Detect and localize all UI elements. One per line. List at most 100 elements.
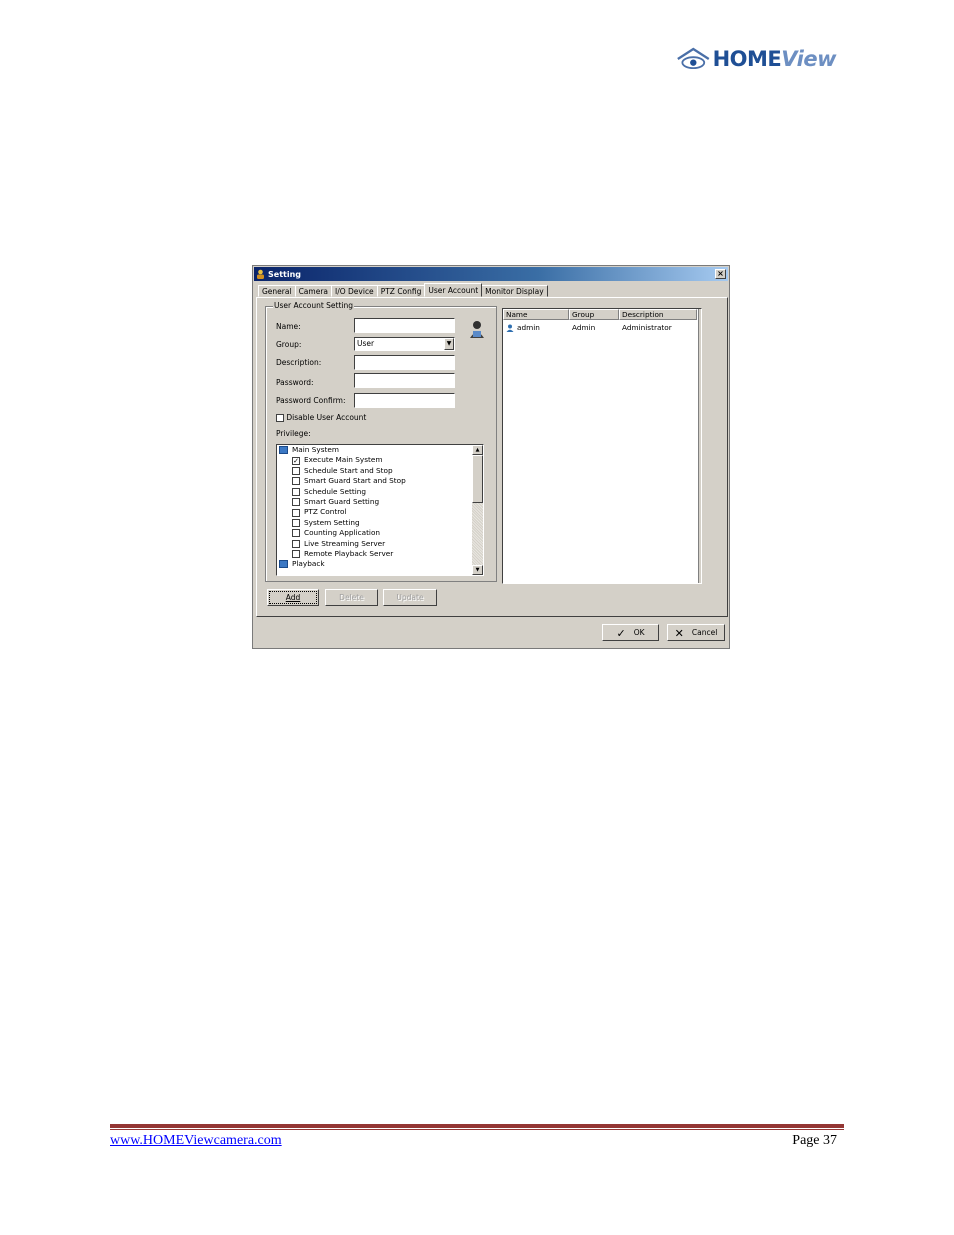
user-row-group: Admin	[572, 323, 596, 332]
tab-io-device[interactable]: I/O Device	[331, 285, 378, 297]
privilege-item[interactable]: PTZ Control	[279, 507, 483, 517]
privilege-tree[interactable]: Main System ✓ Execute Main System Schedule …	[276, 444, 484, 576]
page-number: Page 37	[792, 1133, 837, 1148]
privilege-label: System Setting	[304, 517, 360, 527]
user-row-description: Administrator	[622, 323, 672, 332]
folder-icon	[279, 560, 288, 569]
user-row-name-cell: admin	[503, 323, 569, 332]
description-label: Description:	[276, 358, 322, 367]
disable-user-account-checkbox[interactable]	[276, 414, 284, 422]
privilege-checkbox[interactable]	[292, 539, 300, 548]
privilege-item[interactable]: Live Streaming Server	[279, 539, 483, 549]
password-confirm-field[interactable]	[354, 393, 455, 408]
tab-ptz-config[interactable]: PTZ Config	[376, 285, 426, 297]
title-bar[interactable]: Setting ×	[254, 267, 728, 281]
user-account-setting-legend: User Account Setting	[273, 301, 354, 310]
group-select-value: User	[357, 339, 375, 348]
privilege-item[interactable]: Schedule Setting	[279, 487, 483, 497]
column-name[interactable]: Name	[503, 309, 569, 320]
privilege-label: Counting Application	[304, 528, 381, 538]
privilege-scrollbar[interactable]: ▲ ▼	[472, 445, 483, 575]
ok-button-label: OK	[633, 628, 645, 637]
column-description[interactable]: Description	[619, 309, 697, 320]
privilege-checkbox[interactable]	[292, 529, 300, 538]
privilege-item[interactable]: System Setting	[279, 518, 483, 528]
user-profile-icon	[468, 319, 486, 339]
cancel-button-label: Cancel	[691, 628, 718, 637]
privilege-label: Live Streaming Server	[304, 538, 386, 548]
scroll-thumb[interactable]	[472, 455, 483, 503]
user-icon	[257, 269, 264, 279]
disable-user-account[interactable]: Disable User Account	[276, 413, 366, 422]
privilege-checkbox[interactable]	[292, 498, 300, 507]
admin-user-icon	[506, 324, 514, 332]
tab-user-account[interactable]: User Account	[424, 283, 483, 297]
logo-text: HOMEView	[712, 47, 837, 71]
privilege-label: Schedule Start and Stop	[304, 465, 393, 475]
folder-icon	[279, 446, 288, 455]
privilege-item[interactable]: Smart Guard Start and Stop	[279, 476, 483, 486]
house-eye-icon	[677, 47, 710, 70]
privilege-group[interactable]: Playback	[279, 559, 483, 569]
close-button[interactable]: ×	[715, 269, 726, 279]
privilege-item[interactable]: Counting Application	[279, 528, 483, 538]
column-group[interactable]: Group	[569, 309, 619, 320]
disable-user-account-label: Disable User Account	[286, 413, 367, 422]
privilege-label: Smart Guard Start and Stop	[304, 476, 406, 486]
footer-rule-thin	[110, 1129, 844, 1130]
user-account-panel: User Account Setting Name: Group: User ▼…	[256, 297, 728, 617]
privilege-rows: Main System ✓ Execute Main System Schedule …	[277, 445, 483, 570]
privilege-label: Smart Guard Setting	[304, 496, 380, 506]
privilege-group[interactable]: Main System	[279, 445, 483, 455]
description-field[interactable]	[354, 355, 455, 370]
checkmark-icon: ✓	[616, 626, 626, 640]
password-field[interactable]	[354, 373, 455, 388]
tab-camera[interactable]: Camera	[294, 285, 332, 297]
ok-button[interactable]: ✓ OK	[602, 624, 659, 641]
user-list-view[interactable]: Name Group Description admin Admin Admin…	[502, 308, 702, 584]
add-button-label: Add	[285, 593, 301, 602]
privilege-label: Playback	[292, 559, 325, 569]
privilege-checkbox[interactable]	[292, 508, 300, 517]
chevron-down-icon[interactable]: ▼	[444, 338, 454, 350]
name-field[interactable]	[354, 318, 455, 333]
tab-general[interactable]: General	[258, 285, 296, 297]
user-row[interactable]: admin Admin Administrator	[503, 323, 697, 332]
group-label: Group:	[276, 340, 302, 349]
tab-monitor-display[interactable]: Monitor Display	[481, 285, 548, 297]
privilege-item[interactable]: Smart Guard Setting	[279, 497, 483, 507]
user-list-edge	[698, 309, 701, 583]
scroll-down-icon[interactable]: ▼	[472, 565, 483, 575]
privilege-checkbox[interactable]	[292, 487, 300, 496]
privilege-label: Schedule Setting	[304, 486, 366, 496]
add-button[interactable]: Add	[267, 589, 319, 606]
password-label: Password:	[276, 378, 314, 387]
privilege-item[interactable]: ✓ Execute Main System	[279, 455, 483, 465]
privilege-label: Main System	[292, 445, 339, 454]
user-list-header: Name Group Description	[503, 309, 697, 320]
group-select[interactable]: User ▼	[354, 337, 455, 351]
tab-strip: General Camera I/O Device PTZ Config Use…	[258, 283, 548, 297]
privilege-label: Privilege:	[276, 429, 311, 438]
website-link[interactable]: www.HOMEViewcamera.com	[110, 1133, 282, 1149]
privilege-label: Remote Playback Server	[304, 548, 394, 558]
privilege-checkbox[interactable]	[292, 518, 300, 527]
privilege-checkbox[interactable]	[292, 466, 300, 475]
scroll-up-icon[interactable]: ▲	[472, 445, 483, 455]
cancel-button[interactable]: ✕ Cancel	[667, 624, 725, 641]
cross-icon: ✕	[674, 626, 684, 640]
privilege-label: Execute Main System	[304, 455, 383, 465]
privilege-label: PTZ Control	[304, 507, 347, 517]
privilege-checkbox[interactable]: ✓	[292, 456, 300, 465]
setting-window: Setting × General Camera I/O Device PTZ …	[252, 265, 730, 649]
name-label: Name:	[276, 322, 301, 331]
window-title: Setting	[268, 269, 301, 279]
homeview-logo: HOMEView	[676, 42, 836, 76]
privilege-item[interactable]: Remote Playback Server	[279, 549, 483, 559]
privilege-item[interactable]: Schedule Start and Stop	[279, 466, 483, 476]
user-row-name: admin	[517, 323, 540, 332]
privilege-checkbox[interactable]	[292, 550, 300, 559]
privilege-checkbox[interactable]	[292, 477, 300, 486]
update-button[interactable]: Update	[383, 589, 437, 606]
delete-button[interactable]: Delete	[325, 589, 378, 606]
